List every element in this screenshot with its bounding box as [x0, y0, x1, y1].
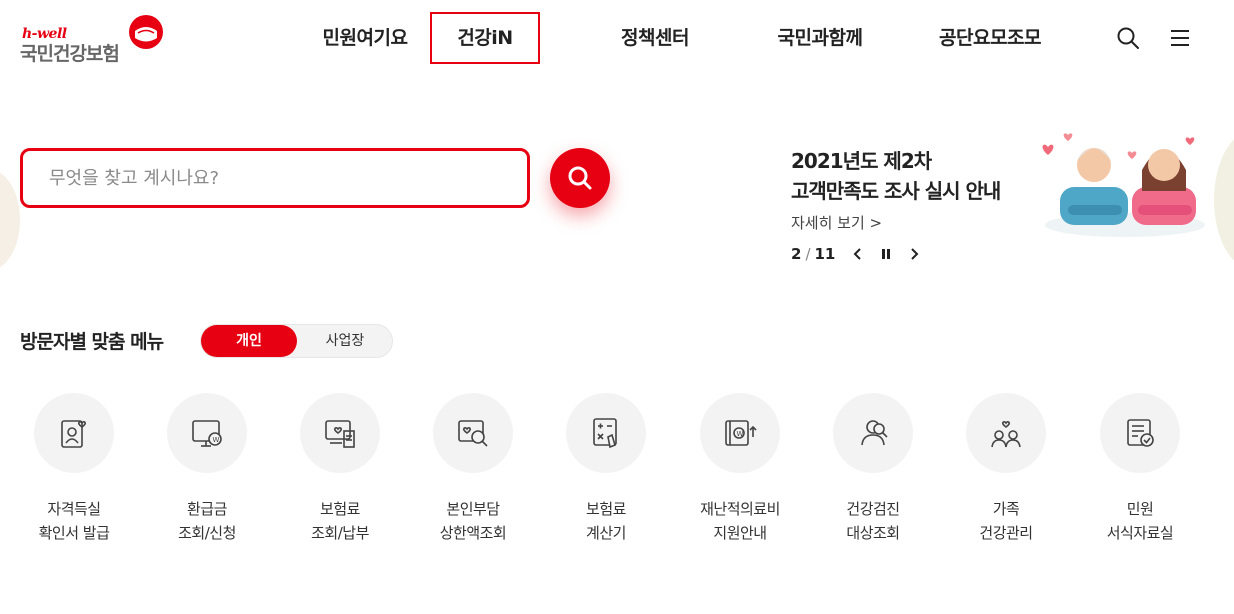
- calculator-icon: [593, 418, 617, 449]
- premium-bill-icon: [325, 420, 355, 448]
- pause-icon: [882, 249, 891, 259]
- quick-menu-circle: W: [700, 393, 780, 473]
- visitor-menu-title: 방문자별 맞춤 메뉴: [20, 331, 164, 353]
- quick-menu-label-line1: 본인부담: [446, 500, 500, 518]
- banner-next-button[interactable]: [903, 243, 925, 265]
- quick-menu-label-line2: 지원안내: [713, 524, 767, 542]
- quick-menu-item-medical-aid[interactable]: W 재난적의료비 지원안내: [685, 393, 795, 545]
- banner-title-line1: 2021년도 제2차: [791, 149, 932, 173]
- quick-menu-item-copay-limit[interactable]: 본인부담 상한액조회: [418, 393, 528, 545]
- quick-menu-label-line2: 조회/신청: [178, 524, 236, 542]
- banner-page-current: 2: [791, 245, 802, 263]
- quick-menu-label-line2: 상한액조회: [439, 524, 507, 542]
- banner-controls: 2 / 11: [791, 243, 925, 265]
- visitor-type-toggle: 개인 사업장: [200, 324, 393, 358]
- quick-menu-label-line2: 계산기: [586, 524, 626, 542]
- nav-item-civil-service[interactable]: 민원여기요: [300, 12, 430, 64]
- quick-menu-label-line1: 가족: [992, 500, 1020, 518]
- nav-item-with-citizens[interactable]: 국민과함께: [755, 12, 885, 64]
- quick-menu-label: 가족 건강관리: [951, 497, 1061, 545]
- checkup-search-icon: [861, 420, 888, 446]
- logo-text: 국민건강보험: [20, 43, 120, 65]
- nav-item-health-in[interactable]: 건강iN: [430, 12, 540, 64]
- svg-text:W: W: [213, 436, 220, 444]
- search-button-icon: [568, 166, 592, 190]
- left-decoration: [0, 170, 20, 270]
- quick-menu-circle: [1100, 393, 1180, 473]
- search-input[interactable]: [49, 151, 489, 205]
- quick-menu-label-line1: 민원: [1126, 500, 1154, 518]
- quick-menu-label-line1: 자격득실: [47, 500, 101, 518]
- quick-menu-label-line1: 건강검진: [846, 500, 900, 518]
- quick-menu-circle: [433, 393, 513, 473]
- quick-menu-item-family[interactable]: 가족 건강관리: [951, 393, 1061, 545]
- banner-prev-button[interactable]: [847, 243, 869, 265]
- menu-icon[interactable]: [1168, 26, 1192, 50]
- nav-item-policy-center[interactable]: 정책센터: [590, 12, 720, 64]
- forms-icon: [1127, 419, 1154, 447]
- chevron-right-icon: [911, 248, 919, 260]
- quick-menu-circle: [300, 393, 380, 473]
- quick-menu-circle: [34, 393, 114, 473]
- quick-menu-label: 환급금 조회/신청: [152, 497, 262, 545]
- toggle-personal[interactable]: 개인: [201, 325, 297, 357]
- quick-menu-label-line2: 조회/납부: [311, 524, 369, 542]
- quick-menu-label: 재난적의료비 지원안내: [685, 497, 795, 545]
- search-icon[interactable]: [1116, 26, 1140, 50]
- quick-menu-label: 민원 서식자료실: [1085, 497, 1195, 545]
- banner-title[interactable]: 2021년도 제2차 고객만족도 조사 실시 안내: [791, 146, 1001, 206]
- quick-menu-label-line1: 재난적의료비: [700, 500, 780, 518]
- nav-item-about-corp[interactable]: 공단요모조모: [925, 12, 1055, 64]
- quick-menu-label: 본인부담 상한액조회: [418, 497, 528, 545]
- refund-monitor-icon: W: [192, 420, 222, 447]
- banner-page-separator: /: [805, 245, 811, 263]
- banner-title-line2: 고객만족도 조사 실시 안내: [791, 179, 1001, 203]
- quick-menu-label: 보험료 조회/납부: [285, 497, 395, 545]
- quick-menu-circle: [833, 393, 913, 473]
- quick-menu-label-line1: 환급금: [187, 500, 227, 518]
- quick-menu-item-checkup[interactable]: 건강검진 대상조회: [818, 393, 928, 545]
- banner-more-link[interactable]: 자세히 보기 >: [791, 212, 882, 233]
- quick-menu-item-calculator[interactable]: 보험료 계산기: [551, 393, 661, 545]
- logo-mark-icon: [129, 15, 163, 49]
- quick-menu-item-forms[interactable]: 민원 서식자료실: [1085, 393, 1195, 545]
- banner-page-total: 11: [814, 245, 836, 263]
- quick-menu-label: 보험료 계산기: [551, 497, 661, 545]
- site-logo[interactable]: h-well 국민건강보험: [20, 14, 170, 70]
- search-button[interactable]: [550, 148, 610, 208]
- quick-menu-label-line2: 건강관리: [979, 524, 1033, 542]
- quick-menu-circle: W: [167, 393, 247, 473]
- certificate-icon: [61, 420, 86, 448]
- quick-menu-label-line1: 보험료: [586, 500, 626, 518]
- quick-menu-label: 자격득실 확인서 발급: [19, 497, 129, 545]
- copay-search-icon: [458, 420, 488, 447]
- quick-menu-label-line1: 보험료: [320, 500, 360, 518]
- couple-illustration: [1042, 133, 1205, 237]
- banner-pause-button[interactable]: [875, 243, 897, 265]
- quick-menu-circle: [966, 393, 1046, 473]
- family-icon: [991, 421, 1021, 448]
- quick-menu-item-refund[interactable]: W 환급금 조회/신청: [152, 393, 262, 545]
- quick-menu-circle: [566, 393, 646, 473]
- svg-text:W: W: [737, 430, 744, 438]
- quick-menu-label-line2: 서식자료실: [1106, 524, 1174, 542]
- right-decoration: [1214, 130, 1234, 270]
- quick-menu-label-line2: 대상조회: [846, 524, 900, 542]
- medical-aid-icon: W: [725, 420, 757, 446]
- search-box: [20, 148, 530, 208]
- quick-menu-item-premium[interactable]: 보험료 조회/납부: [285, 393, 395, 545]
- chevron-left-icon: [853, 248, 862, 260]
- quick-menu-label: 건강검진 대상조회: [818, 497, 928, 545]
- quick-menu-label-line2: 확인서 발급: [38, 524, 110, 542]
- toggle-business[interactable]: 사업장: [297, 325, 393, 357]
- quick-menu-item-certificate[interactable]: 자격득실 확인서 발급: [19, 393, 129, 545]
